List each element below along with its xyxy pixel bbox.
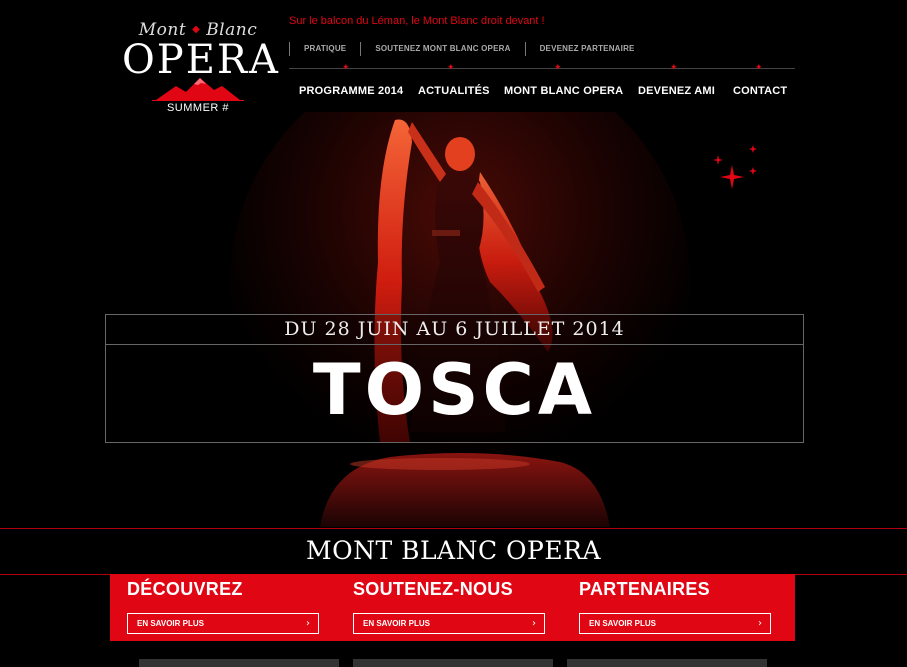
button-label: EN SAVOIR PLUS bbox=[589, 619, 656, 628]
utility-link-pratique[interactable]: PRATIQUE bbox=[289, 42, 360, 56]
learn-more-button[interactable]: EN SAVOIR PLUS › bbox=[127, 613, 319, 634]
utility-link-partenaire[interactable]: DEVENEZ PARTENAIRE bbox=[524, 42, 649, 56]
hero-dates: DU 28 JUIN AU 6 JUILLET 2014 bbox=[106, 315, 803, 345]
thumbnail[interactable] bbox=[139, 659, 339, 667]
panel-title: PARTENAIRES bbox=[579, 579, 710, 599]
learn-more-button[interactable]: EN SAVOIR PLUS › bbox=[353, 613, 545, 634]
chevron-right-icon: › bbox=[306, 618, 310, 629]
section-title: MONT BLANC OPERA bbox=[0, 528, 907, 575]
panel-title: SOUTENEZ-NOUS bbox=[353, 579, 513, 599]
site-logo[interactable]: Mont ◆ Blanc OPERA SUMMER # 2014 bbox=[118, 14, 280, 128]
nav-programme[interactable]: PROGRAMME 2014 bbox=[299, 69, 403, 113]
button-label: EN SAVOIR PLUS bbox=[363, 619, 430, 628]
site-tagline: Sur le balcon du Léman, le Mont Blanc dr… bbox=[289, 15, 545, 27]
thumbnail[interactable] bbox=[353, 659, 553, 667]
chevron-right-icon: › bbox=[532, 618, 536, 629]
panel-partenaires: PARTENAIRES EN SAVOIR PLUS › bbox=[562, 574, 787, 641]
nav-actualites[interactable]: ACTUALITÉS bbox=[418, 69, 490, 113]
hero-banner[interactable]: DU 28 JUIN AU 6 JUILLET 2014 TOSCA bbox=[105, 314, 804, 443]
thumbnail[interactable] bbox=[567, 659, 767, 667]
panel-soutenez: SOUTENEZ-NOUS EN SAVOIR PLUS › bbox=[336, 574, 561, 641]
sparkle-icon bbox=[713, 145, 757, 189]
mountain-icon bbox=[156, 78, 240, 100]
learn-more-button[interactable]: EN SAVOIR PLUS › bbox=[579, 613, 771, 634]
nav-mont-blanc-opera[interactable]: MONT BLANC OPERA bbox=[504, 69, 623, 113]
button-label: EN SAVOIR PLUS bbox=[137, 619, 204, 628]
promo-bar: DÉCOUVREZ EN SAVOIR PLUS › SOUTENEZ-NOUS… bbox=[110, 574, 795, 641]
logo-opera: OPERA bbox=[122, 37, 280, 83]
panel-decouvrez: DÉCOUVREZ EN SAVOIR PLUS › bbox=[110, 574, 335, 641]
utility-link-soutenez[interactable]: SOUTENEZ MONT BLANC OPERA bbox=[360, 42, 524, 56]
nav-contact[interactable]: CONTACT bbox=[733, 69, 787, 113]
nav-devenez-ami[interactable]: DEVENEZ AMI bbox=[638, 69, 715, 113]
logo-dot: ◆ bbox=[192, 24, 201, 35]
utility-nav: PRATIQUE SOUTENEZ MONT BLANC OPERA DEVEN… bbox=[289, 42, 649, 56]
hero-title: TOSCA bbox=[312, 349, 597, 431]
main-nav: ✦ ✦ ✦ ✦ ✦ PROGRAMME 2014 ACTUALITÉS MONT… bbox=[289, 63, 795, 114]
chevron-right-icon: › bbox=[758, 618, 762, 629]
panel-title: DÉCOUVREZ bbox=[127, 579, 243, 599]
